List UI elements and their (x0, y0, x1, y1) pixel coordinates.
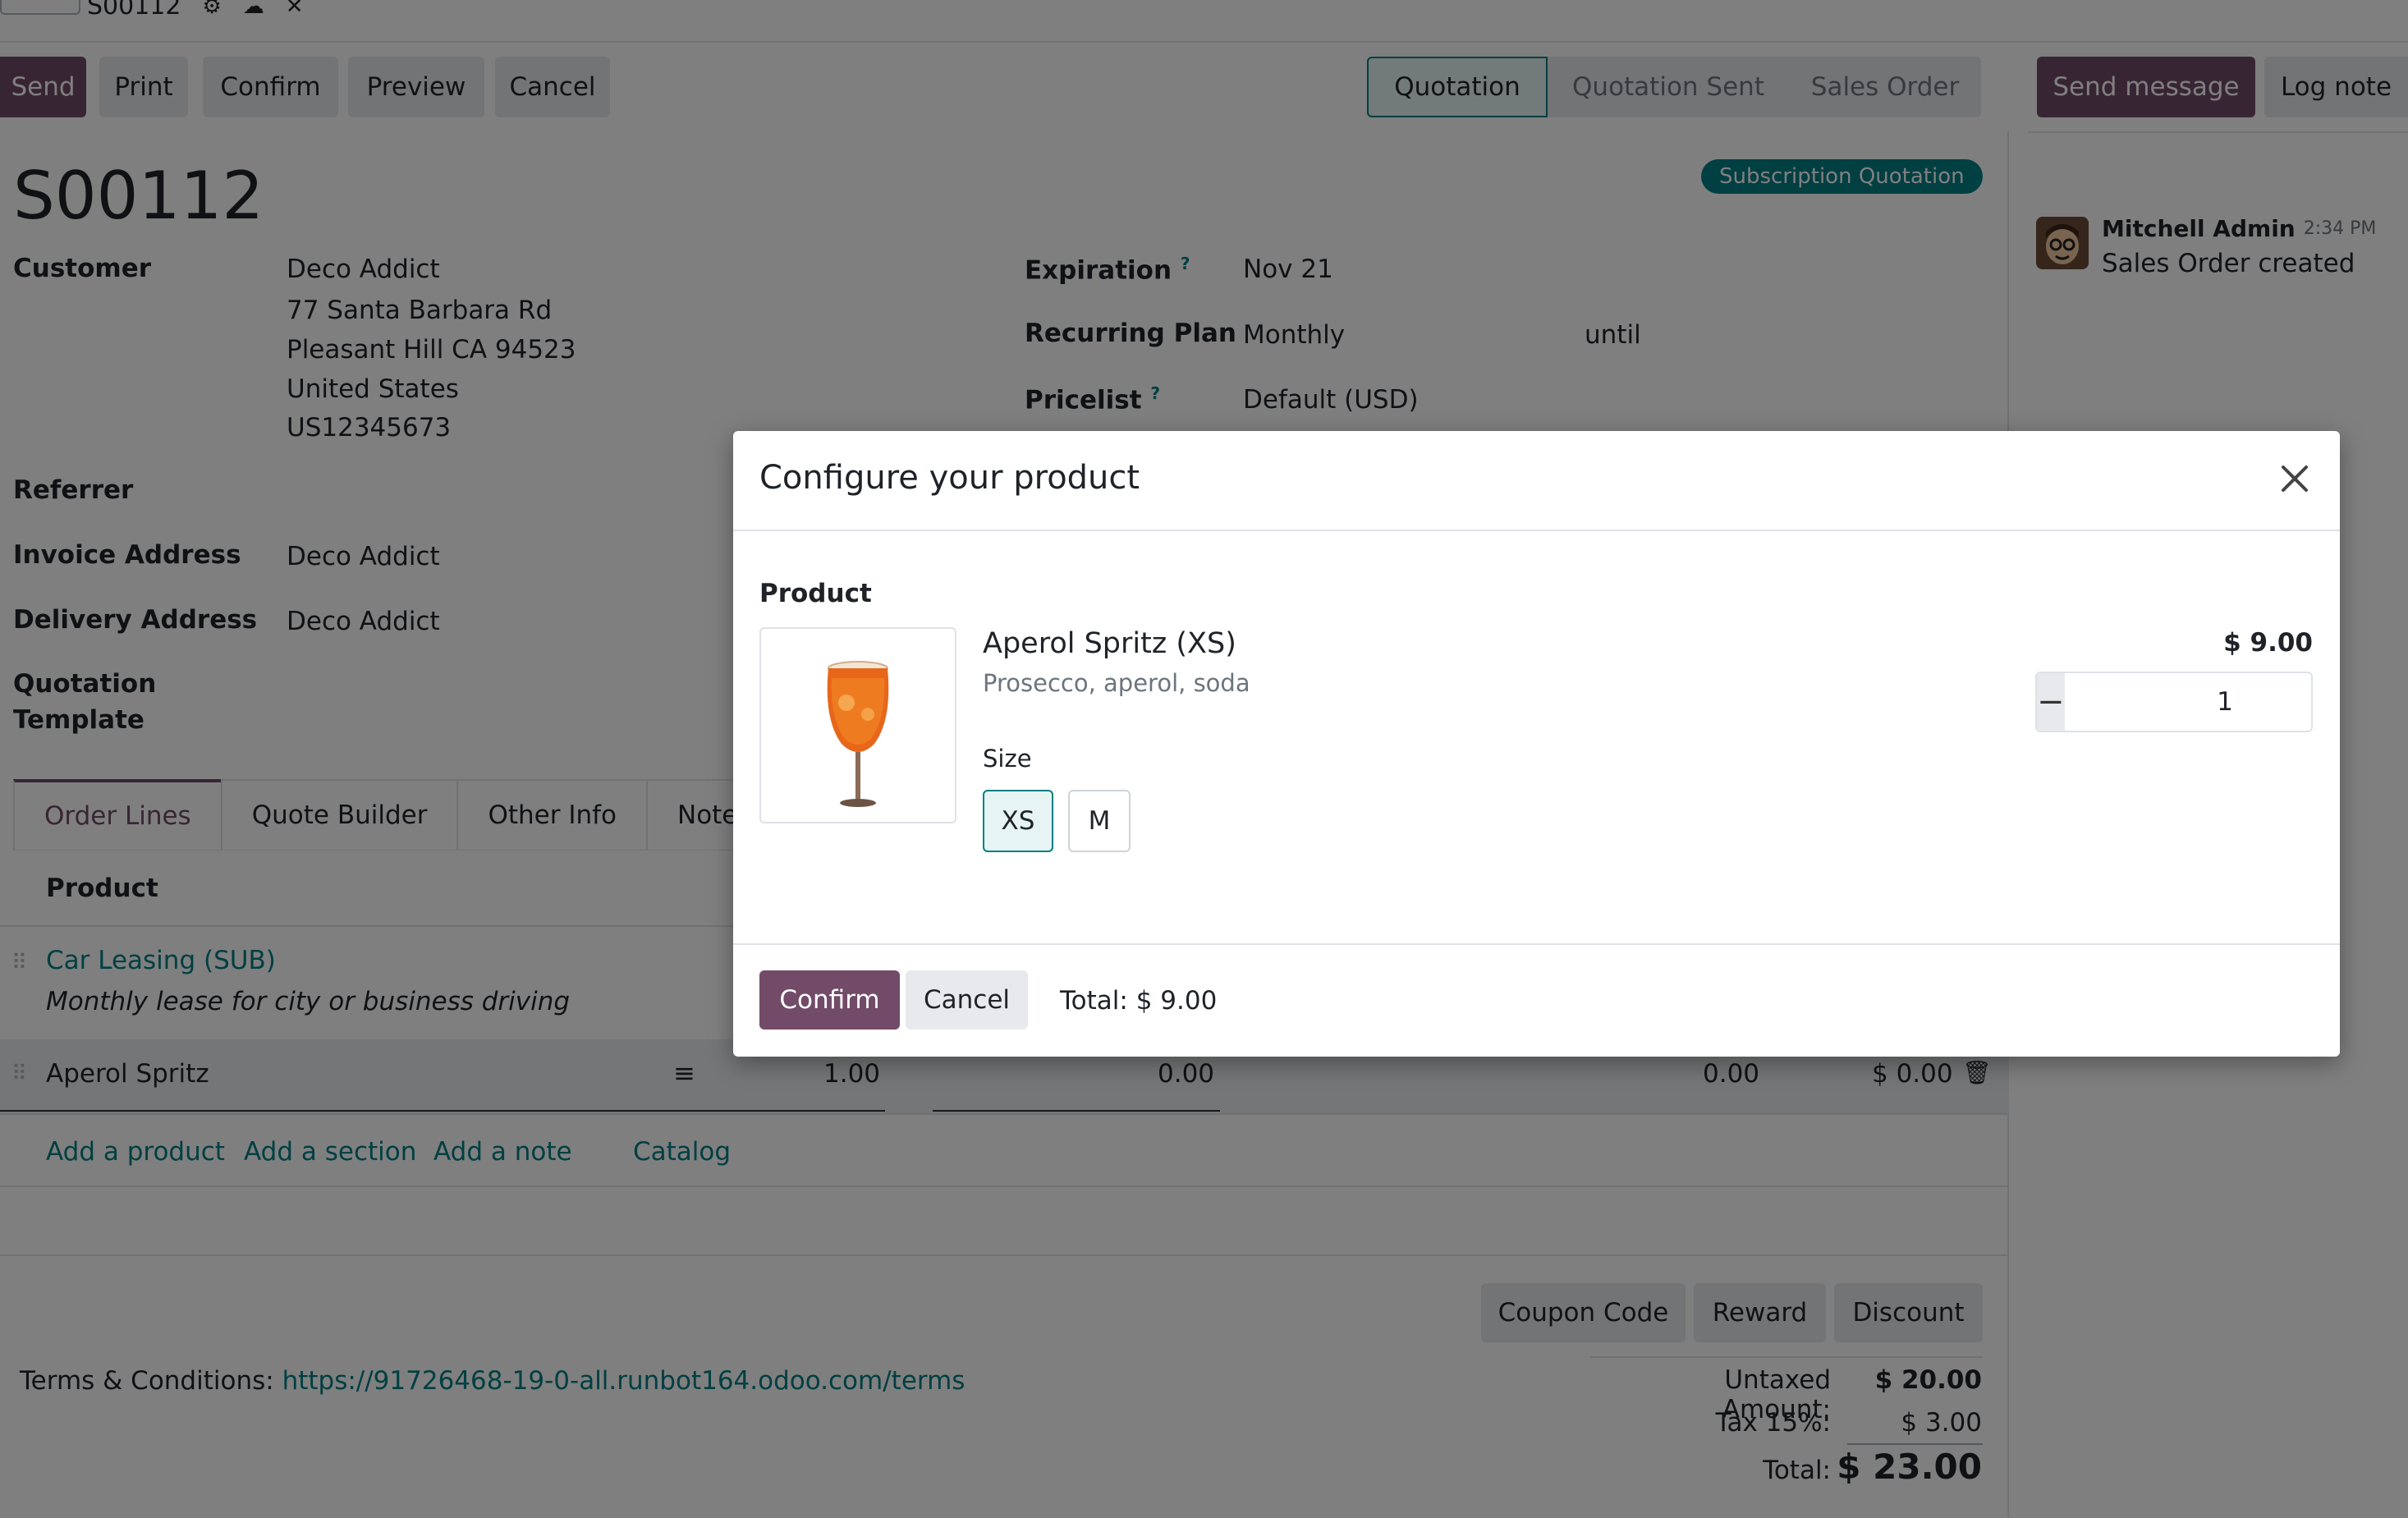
dialog-title: Configure your product (759, 459, 1140, 497)
product-description: Prosecco, aperol, soda (983, 669, 1250, 697)
cocktail-glass-icon (827, 661, 889, 807)
quantity-input[interactable] (2064, 673, 2311, 731)
size-attribute-label: Size (983, 745, 1032, 773)
product-image (759, 627, 956, 823)
product-price: $ 9.00 (2223, 628, 2313, 658)
size-option-xs[interactable]: XS (983, 790, 1053, 852)
configured-product-name: Aperol Spritz (XS) (983, 627, 1236, 660)
quantity-stepper: − + (2035, 672, 2313, 732)
dialog-total: Total: $ 9.00 (1060, 986, 1218, 1016)
dialog-header: Configure your product (733, 431, 2340, 531)
dialog-cancel-button[interactable]: Cancel (906, 970, 1028, 1030)
close-glyph (2282, 465, 2308, 492)
dialog-confirm-button[interactable]: Confirm (759, 970, 900, 1030)
size-option-m[interactable]: M (1068, 790, 1131, 852)
configure-product-dialog: Configure your product Product Aperol Sp… (733, 431, 2340, 1057)
close-icon[interactable] (2277, 461, 2313, 497)
product-section-label: Product (759, 579, 872, 608)
decrease-quantity-button[interactable]: − (2037, 673, 2065, 731)
